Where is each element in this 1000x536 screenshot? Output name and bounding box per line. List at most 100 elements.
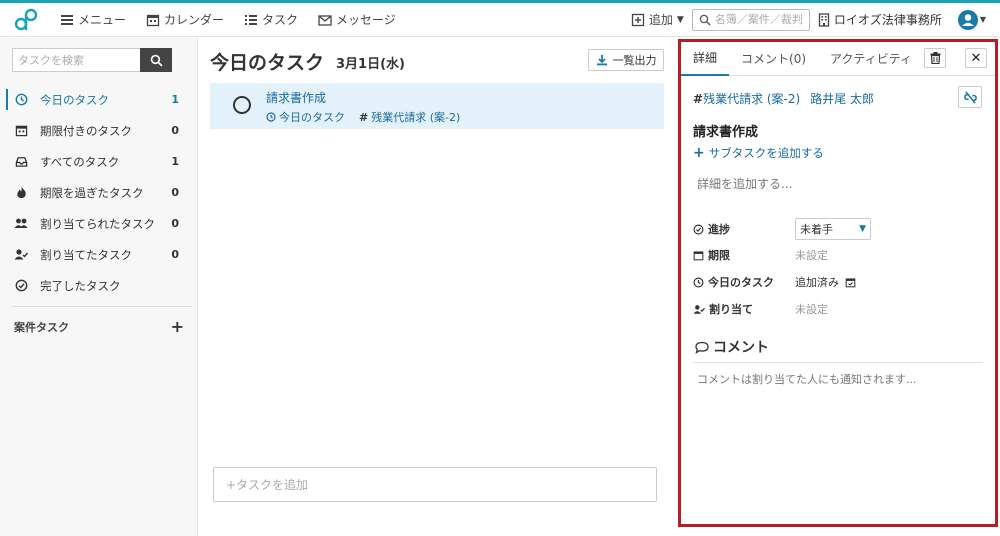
today-value-text: 追加済み <box>795 276 839 289</box>
dropdown-arrow-icon: ▼ <box>859 224 866 234</box>
inbox-icon <box>14 155 28 169</box>
top-right-area: 追加 ▼ ロイオズ法律事務所 ▼ <box>623 8 1000 31</box>
task-row[interactable]: 請求書作成 今日のタスク # 残業代請求 (案-2) <box>210 83 664 129</box>
add-dropdown-button[interactable]: 追加 ▼ <box>623 11 692 28</box>
detail-tags: #残業代請求 (案-2) 路井尾 太郎 <box>693 90 874 107</box>
sidebar-item-count: 0 <box>171 248 179 261</box>
sidebar-item-completed[interactable]: 完了したタスク <box>0 270 197 301</box>
add-subtask-link[interactable]: + サブタスクを追加する <box>693 145 824 161</box>
task-search-button[interactable] <box>140 48 172 72</box>
sidebar-item-label: 割り当てられたタスク <box>40 216 155 231</box>
detail-description-input[interactable]: 詳細を追加する... <box>697 175 792 192</box>
nav-menu-label: メニュー <box>78 13 127 27</box>
nav-task[interactable]: タスク <box>244 11 298 28</box>
sidebar-item-count: 0 <box>171 186 179 199</box>
nav-task-label: タスク <box>262 13 299 27</box>
nav-message-label: メッセージ <box>336 13 396 27</box>
task-search-input[interactable] <box>12 48 140 72</box>
clock-icon <box>14 93 28 107</box>
tab-detail[interactable]: 詳細 <box>681 42 730 76</box>
user-check-icon <box>14 248 28 262</box>
task-list-label: 今日のタスク <box>279 111 345 124</box>
delete-task-button[interactable] <box>924 48 946 68</box>
detail-tabs: 詳細 コメント(0) アクティビティ <box>681 42 995 76</box>
prop-assign-label: 割り当て <box>693 301 795 317</box>
case-tasks-header: 案件タスク + <box>14 317 184 336</box>
sidebar-item-label: 完了したタスク <box>40 278 121 293</box>
comment-input[interactable]: コメントは割り当てた人にも通知されます... <box>697 371 917 387</box>
unlink-icon <box>963 90 977 104</box>
sidebar-item-label: 期限付きのタスク <box>40 123 132 138</box>
close-panel-button[interactable]: ✕ <box>965 48 987 68</box>
task-meta: 今日のタスク # 残業代請求 (案-2) <box>266 109 460 125</box>
sidebar-item-today[interactable]: 今日のタスク 1 <box>0 84 197 115</box>
sidebar-item-count: 1 <box>171 93 179 106</box>
search-icon <box>150 54 163 67</box>
prop-deadline-label: 期限 <box>693 247 795 263</box>
hash-icon: # <box>693 92 704 106</box>
users-icon <box>14 217 28 231</box>
unlink-button[interactable] <box>958 86 982 108</box>
tab-comment[interactable]: コメント(0) <box>729 42 818 76</box>
sidebar-item-deadline[interactable]: 期限付きのタスク 0 <box>0 115 197 146</box>
sidebar-item-assigned-to-me[interactable]: 割り当てられたタスク 0 <box>0 208 197 239</box>
task-search <box>12 48 172 72</box>
comment-header-label: コメント <box>713 340 769 356</box>
prop-today-text: 今日のタスク <box>708 276 774 289</box>
today-value[interactable]: 追加済み <box>795 274 856 290</box>
clock-icon <box>266 112 276 122</box>
top-bar: メニュー カレンダー タスク メッセージ 追加 ▼ ロイオズ法律事務所 ▼ <box>0 3 1000 37</box>
progress-select[interactable]: 未着手 ▼ <box>795 218 871 240</box>
tab-activity[interactable]: アクティビティ <box>818 42 924 76</box>
task-detail-panel: 詳細 コメント(0) アクティビティ ✕ #残業代請求 (案-2) 路井尾 太郎… <box>678 39 998 527</box>
office-name: ロイオズ法律事務所 <box>833 13 942 27</box>
task-complete-checkbox[interactable] <box>233 96 251 114</box>
building-icon <box>818 12 829 27</box>
check-circle-icon <box>693 224 704 234</box>
assign-value[interactable]: 未設定 <box>795 301 828 317</box>
detail-client-link[interactable]: 路井尾 太郎 <box>810 90 874 107</box>
case-tasks-label: 案件タスク <box>14 320 69 334</box>
global-search <box>691 8 810 31</box>
fire-icon <box>14 186 28 200</box>
app-logo-icon[interactable] <box>14 8 40 32</box>
main-panel: 今日のタスク 3月1日(水) 一覧出力 請求書作成 今日のタスク # 残業代請求… <box>198 38 676 536</box>
global-search-input[interactable] <box>714 13 807 26</box>
calendar-icon <box>14 124 28 138</box>
export-list-button[interactable]: 一覧出力 <box>588 49 664 71</box>
user-avatar-menu[interactable]: ▼ <box>957 9 986 30</box>
speech-bubble-icon <box>695 341 709 354</box>
sidebar-item-assigned-by-me[interactable]: 割り当てたタスク 0 <box>0 239 197 270</box>
prop-progress: 進捗 未着手 ▼ <box>693 218 871 240</box>
comment-divider <box>693 362 983 363</box>
detail-case-link[interactable]: #残業代請求 (案-2) <box>693 90 800 107</box>
close-icon: ✕ <box>970 50 982 66</box>
office-selector[interactable]: ロイオズ法律事務所 <box>818 11 942 28</box>
nav-menu[interactable]: メニュー <box>60 11 126 28</box>
add-case-task-button[interactable]: + <box>171 317 184 336</box>
page-date: 3月1日(水) <box>336 57 405 72</box>
prop-progress-text: 進捗 <box>708 223 730 236</box>
task-list-link[interactable]: 今日のタスク <box>266 109 345 125</box>
sidebar-item-label: 割り当てたタスク <box>40 247 132 262</box>
prop-deadline: 期限 未設定 <box>693 247 828 263</box>
sidebar-divider <box>12 306 192 307</box>
detail-task-title[interactable]: 請求書作成 <box>693 121 758 140</box>
task-tag-link[interactable]: # 残業代請求 (案-2) <box>359 109 460 125</box>
download-icon <box>596 55 607 66</box>
calendar-check-icon <box>845 277 856 287</box>
add-task-input[interactable]: +タスクを追加 <box>213 467 657 502</box>
task-name[interactable]: 請求書作成 <box>266 89 326 106</box>
sidebar-item-count: 0 <box>171 217 179 230</box>
sidebar-list: 今日のタスク 1 期限付きのタスク 0 すべてのタスク 1 期限を過ぎたタスク … <box>0 84 197 301</box>
nav-message[interactable]: メッセージ <box>318 11 396 28</box>
nav-calendar-label: カレンダー <box>164 13 225 27</box>
add-label: 追加 <box>648 13 673 27</box>
sidebar-item-all[interactable]: すべてのタスク 1 <box>0 146 197 177</box>
search-icon <box>699 14 711 25</box>
nav-calendar[interactable]: カレンダー <box>146 11 224 28</box>
calendar-icon <box>693 250 704 260</box>
prop-today: 今日のタスク 追加済み <box>693 274 856 290</box>
sidebar-item-overdue[interactable]: 期限を過ぎたタスク 0 <box>0 177 197 208</box>
deadline-value[interactable]: 未設定 <box>795 247 828 263</box>
